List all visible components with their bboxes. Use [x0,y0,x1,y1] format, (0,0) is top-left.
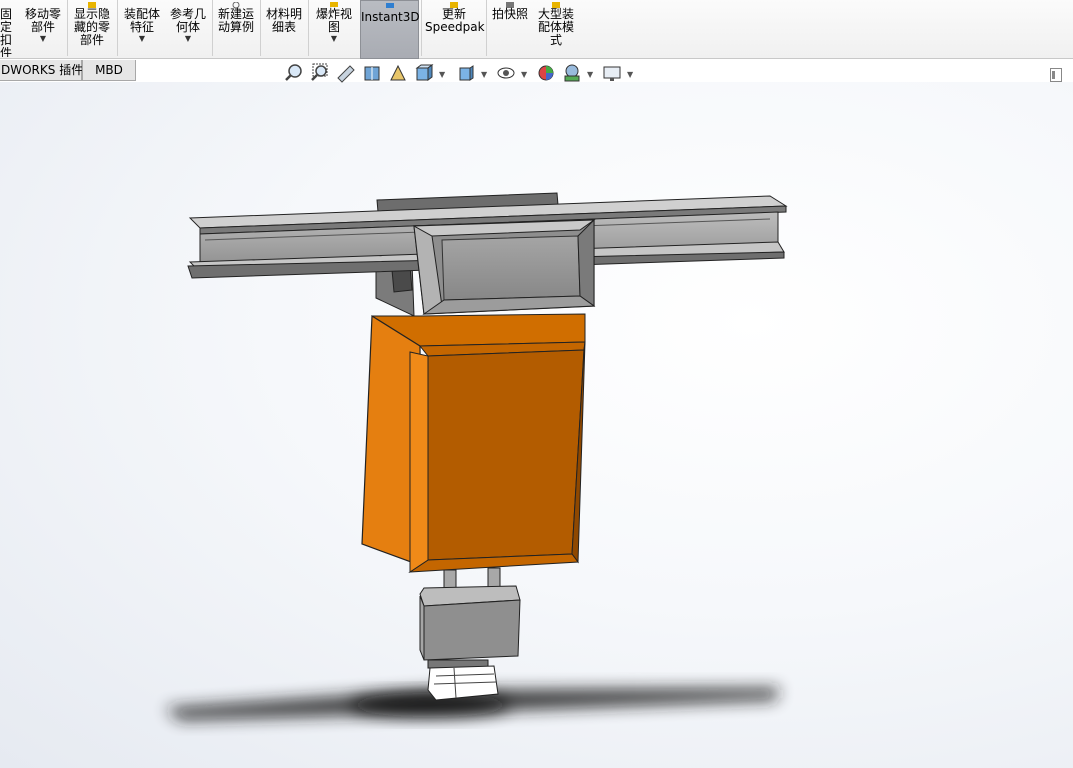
chevron-down-icon[interactable]: ▼ [22,34,64,44]
chevron-down-icon[interactable]: ▼ [587,70,593,79]
previous-view-icon[interactable] [335,62,357,84]
show-hidden-components-button[interactable]: 显示隐 藏的零 部件 [71,0,113,57]
tab-mbd[interactable]: MBD [82,60,136,81]
lower-motor-box [419,585,521,669]
view-orientation-icon[interactable] [413,62,435,84]
zoom-to-fit-icon[interactable] [283,62,305,84]
exploded-view-button[interactable]: 爆炸视 图 ▼ [312,0,356,57]
section-view-icon[interactable] [361,62,383,84]
apply-scene-icon[interactable] [561,62,583,84]
fasten-button[interactable]: 固定 扣 件 [0,0,18,58]
trolley-front-block [412,218,596,315]
edit-appearance-icon[interactable] [535,62,557,84]
tab-solidworks-addins[interactable]: DWORKS 插件 [0,60,83,81]
hide-show-items-icon[interactable] [495,62,517,84]
view-settings-icon[interactable] [601,62,623,84]
task-pane-toggle-icon[interactable] [1050,68,1062,82]
bill-of-materials-button[interactable]: 材料明 细表 [263,0,305,57]
assembly-features-button[interactable]: 装配体 特征 ▼ [121,0,163,57]
chevron-down-icon[interactable]: ▼ [439,70,445,79]
chevron-down-icon[interactable]: ▼ [167,34,209,44]
display-style-icon[interactable] [455,62,477,84]
dynamic-annotation-icon[interactable] [387,62,409,84]
assembly-model [165,192,788,720]
bottom-fixture [427,665,499,701]
chevron-down-icon[interactable]: ▼ [312,34,356,44]
chevron-down-icon[interactable]: ▼ [121,34,163,44]
zoom-to-area-icon[interactable] [309,62,331,84]
instant3d-icon [361,1,418,9]
graphics-viewport[interactable] [0,82,1073,768]
large-assembly-mode-button[interactable]: 大型装 配体模 式 [534,0,578,57]
new-motion-study-button[interactable]: 新建运 动算例 [215,0,257,57]
chevron-down-icon[interactable]: ▼ [481,70,487,79]
reference-geometry-button[interactable]: 参考几 何体 ▼ [167,0,209,57]
move-component-button[interactable]: 移动零 部件 ▼ [22,0,64,57]
orange-cabinet [361,313,586,573]
take-snapshot-button[interactable]: 拍快照 [489,0,531,57]
chevron-down-icon[interactable]: ▼ [627,70,633,79]
chevron-down-icon[interactable]: ▼ [521,70,527,79]
command-manager-ribbon: 固定 扣 件 移动零 部件 ▼ 显示隐 藏的零 部件 装配体 特征 ▼ 参考几 … [0,0,1073,59]
instant3d-button[interactable]: Instant3D [360,0,420,59]
update-speedpak-button[interactable]: 更新 Speedpak [425,0,485,57]
